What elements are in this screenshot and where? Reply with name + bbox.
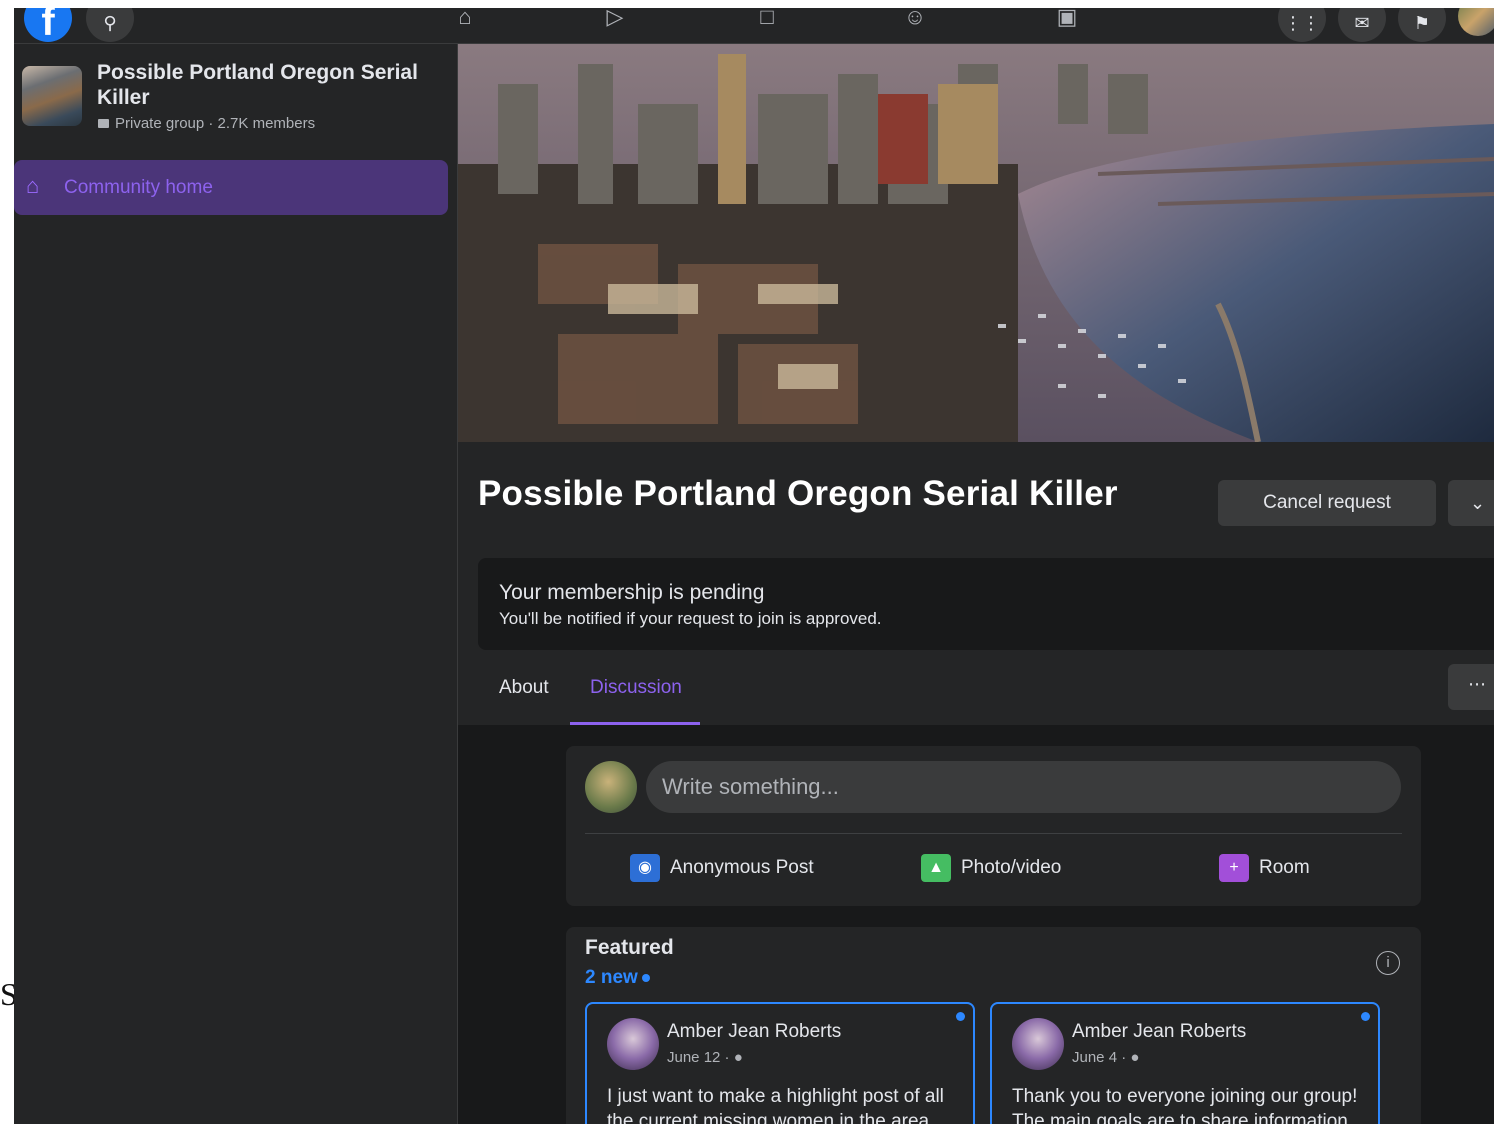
search-icon: ⚲ [103,13,117,33]
sidebar-group-name[interactable]: Possible Portland Oregon Serial Killer [97,60,437,110]
info-icon[interactable]: i [1376,951,1400,975]
tab-about[interactable]: About [499,677,549,699]
messenger-icon: ✉ [1354,13,1370,33]
photo-icon: ▲ [921,854,951,882]
post-date: June 12 · ● [667,1049,743,1066]
group-sidebar: Possible Portland Oregon Serial Killer P… [14,44,458,1124]
groups-icon[interactable]: ☺ [900,8,930,34]
avatar[interactable] [607,1018,659,1070]
featured-new-count[interactable]: 2 new [585,967,650,989]
divider [585,833,1402,834]
post-date: June 4 · ● [1072,1049,1139,1066]
photo-video-button[interactable]: ▲ Photo/video [921,854,1061,882]
featured-post-card[interactable]: Amber Jean Roberts June 4 · ● Thank you … [990,1002,1380,1124]
globe-icon: ● [733,1049,743,1066]
lock-icon [98,119,109,128]
cancel-request-button[interactable]: Cancel request [1218,480,1436,526]
avatar[interactable] [585,761,637,813]
anonymous-icon: ◉ [630,854,660,882]
notifications-icon: ⚑ [1413,13,1431,33]
marketplace-icon[interactable]: □ [752,8,782,34]
cover-photo [458,44,1494,442]
pending-title: Your membership is pending [499,581,765,604]
avatar[interactable] [1012,1018,1064,1070]
group-main: Possible Portland Oregon Serial Killer C… [458,44,1494,1124]
more-icon: ⋯ [1468,674,1486,694]
post-date-text: June 4 · [1072,1049,1131,1066]
facebook-app: f ⚲ ⌂ ▷ □ ☺ ▣ ⋮⋮ ✉ ⚑ Possible Portland O… [14,8,1494,1124]
top-navigation: f ⚲ ⌂ ▷ □ ☺ ▣ ⋮⋮ ✉ ⚑ [14,8,1494,44]
featured-title: Featured [585,936,674,959]
sidebar-item-community-home[interactable]: ⌂ Community home [14,160,448,215]
facebook-logo[interactable]: f [24,8,72,42]
more-options-button[interactable]: ⋯ [1448,664,1494,710]
chevron-down-icon: ⌄ [1470,493,1486,513]
account-avatar[interactable] [1458,8,1494,36]
photo-video-label: Photo/video [961,857,1062,879]
post-text: Thank you to everyone joining our group!… [1012,1086,1358,1124]
post-text: I just want to make a highlight post of … [607,1086,944,1124]
menu-grid-icon: ⋮⋮ [1284,13,1320,33]
post-composer: Write something... ◉ Anonymous Post ▲ Phot… [566,746,1421,906]
unread-dot-icon [956,1012,965,1021]
search-button[interactable]: ⚲ [86,8,134,42]
menu-grid-button[interactable]: ⋮⋮ [1278,8,1326,42]
room-video-icon: + [1219,854,1249,882]
post-author[interactable]: Amber Jean Roberts [667,1021,841,1043]
messenger-button[interactable]: ✉ [1338,8,1386,42]
post-author[interactable]: Amber Jean Roberts [1072,1021,1246,1043]
membership-pending-notice: Your membership is pending You'll be not… [478,558,1494,650]
featured-post-card[interactable]: Amber Jean Roberts June 12 · ● I just wa… [585,1002,975,1124]
new-count-label: 2 new [585,967,638,988]
post-date-text: June 12 · [667,1049,734,1066]
room-button[interactable]: + Room [1219,854,1310,882]
page-title: Possible Portland Oregon Serial Killer [478,474,1118,513]
chevron-down-button[interactable]: ⌄ [1448,480,1494,526]
active-tab-indicator [570,722,700,725]
group-thumbnail[interactable] [22,66,82,126]
home-icon[interactable]: ⌂ [450,8,480,34]
anonymous-post-label: Anonymous Post [670,857,814,879]
home-icon: ⌂ [26,173,40,198]
unread-dot-icon [1361,1012,1370,1021]
write-something-input[interactable]: Write something... [646,761,1401,813]
new-dot-icon [641,973,650,982]
room-label: Room [1259,857,1310,879]
watch-icon[interactable]: ▷ [600,8,630,34]
gaming-icon[interactable]: ▣ [1052,8,1082,34]
cover-city-illustration [458,44,1494,442]
notifications-button[interactable]: ⚑ [1398,8,1446,42]
anonymous-post-button[interactable]: ◉ Anonymous Post [630,854,814,882]
featured-section: Featured 2 new i Amber Jean Roberts June… [566,927,1421,1124]
group-header: Possible Portland Oregon Serial Killer C… [458,442,1494,725]
sidebar-item-label: Community home [64,177,213,198]
tab-discussion[interactable]: Discussion [590,677,682,699]
group-meta-text: Private group · 2.7K members [115,115,316,132]
group-privacy-meta: Private group · 2.7K members [98,115,315,132]
globe-icon: ● [1130,1049,1140,1066]
pending-subtitle: You'll be notified if your request to jo… [499,609,882,628]
